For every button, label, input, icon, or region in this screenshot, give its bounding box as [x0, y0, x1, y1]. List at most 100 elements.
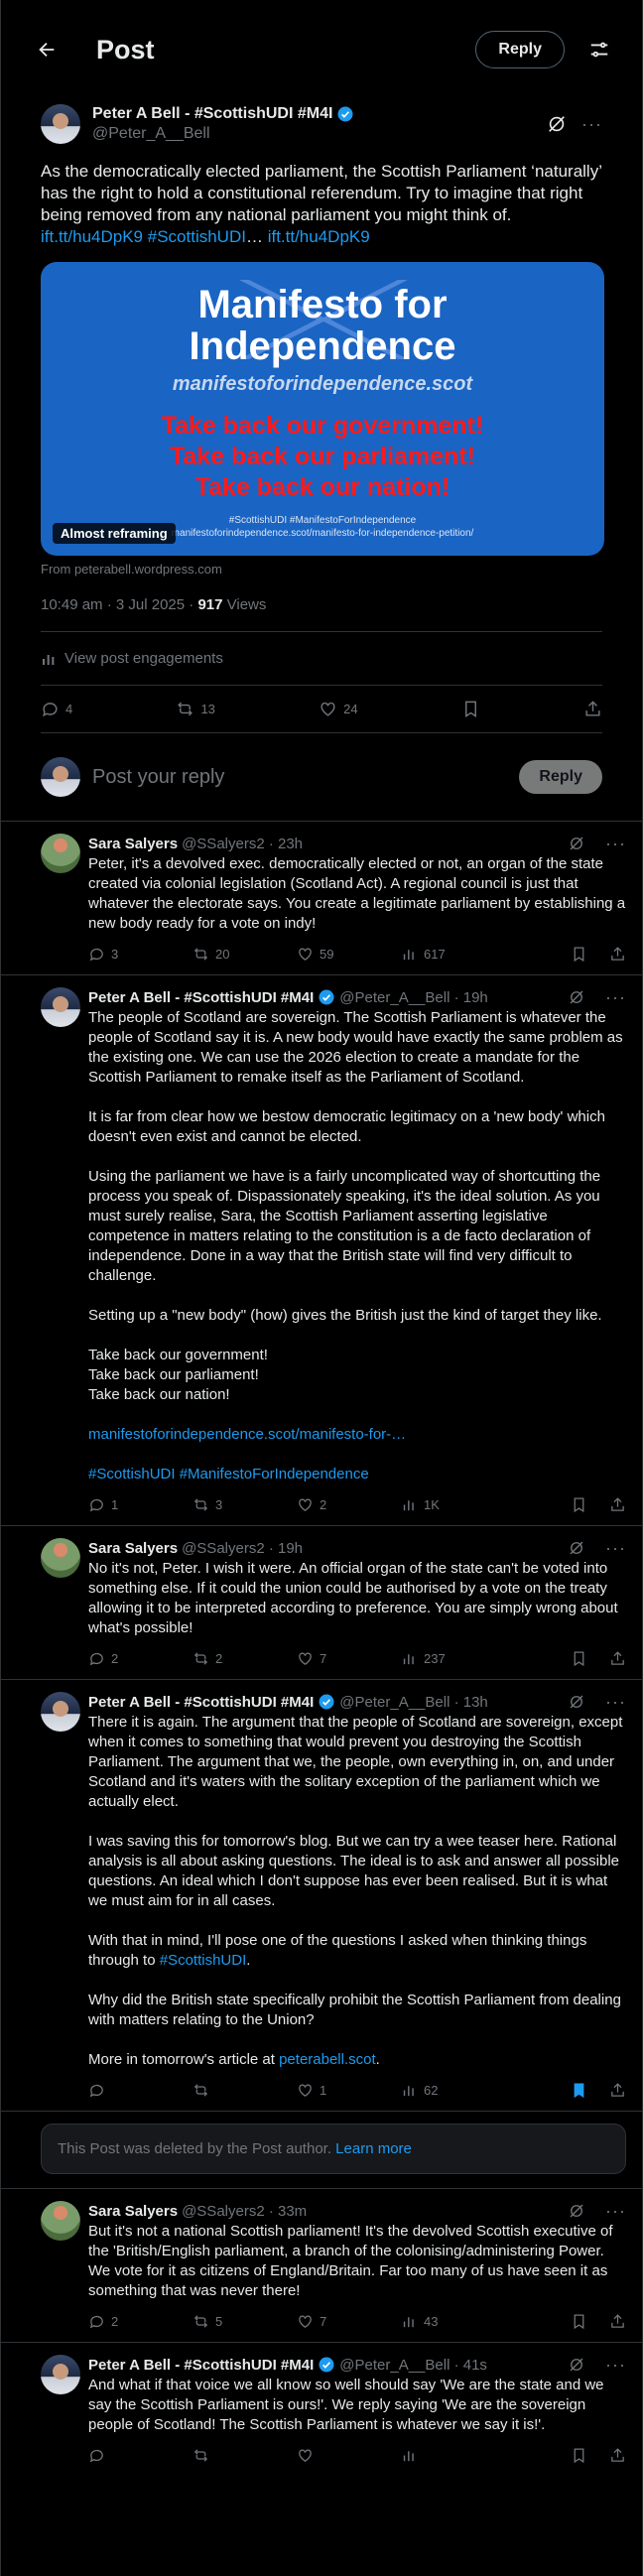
reply-handle[interactable]: @SSalyers2 · 33m — [182, 2203, 307, 2220]
more-icon[interactable]: ··· — [605, 1538, 626, 1559]
like-action[interactable]: 59 — [297, 946, 401, 963]
bookmark-icon[interactable] — [571, 2082, 587, 2099]
avatar[interactable] — [41, 1692, 80, 1732]
bookmark-action[interactable] — [461, 700, 480, 718]
bookmark-icon[interactable] — [571, 946, 587, 963]
reply-handle[interactable]: @Peter_A__Bell · 13h — [339, 1694, 487, 1711]
grok-icon[interactable] — [568, 2202, 585, 2220]
reply-handle[interactable]: @SSalyers2 · 23h — [182, 836, 303, 852]
avatar[interactable] — [41, 1538, 80, 1578]
more-icon[interactable]: ··· — [605, 2201, 626, 2222]
reply-action[interactable]: 4 — [41, 700, 72, 718]
card-source[interactable]: From peterabell.wordpress.com — [41, 562, 602, 577]
reply-item[interactable]: Sara Salyers @SSalyers2 · 19h ··· No it's… — [1, 1526, 642, 1680]
more-icon[interactable]: ··· — [605, 987, 626, 1008]
like-action[interactable]: 7 — [297, 2313, 401, 2330]
bookmark-icon[interactable] — [571, 1650, 587, 1667]
reply-item[interactable]: Sara Salyers @SSalyers2 · 23h ··· Peter, … — [1, 822, 642, 975]
reply-action[interactable]: 2 — [88, 2313, 193, 2330]
more-icon[interactable]: ··· — [605, 2355, 626, 2376]
reply-action[interactable]: 3 — [88, 946, 193, 963]
reply-handle[interactable]: @SSalyers2 · 19h — [182, 1540, 303, 1557]
reply-item[interactable]: Peter A Bell - #ScottishUDI #M4I @Peter_… — [1, 1680, 642, 2112]
bookmark-icon[interactable] — [571, 2447, 587, 2464]
reply-item[interactable]: Sara Salyers @SSalyers2 · 33m ··· But it'… — [1, 2189, 642, 2343]
grok-icon[interactable] — [546, 113, 568, 135]
repost-action[interactable]: 13 — [176, 700, 215, 718]
reply-item[interactable]: Peter A Bell - #ScottishUDI #M4I @Peter_… — [1, 975, 642, 1526]
author-name[interactable]: Peter A Bell - #ScottishUDI #M4I — [92, 104, 332, 124]
like-action[interactable]: 2 — [297, 1496, 401, 1513]
share-action[interactable] — [583, 700, 602, 718]
more-icon[interactable]: ··· — [605, 834, 626, 854]
grok-icon[interactable] — [568, 1539, 585, 1557]
share-icon[interactable] — [609, 946, 626, 963]
filter-icon[interactable] — [582, 33, 616, 66]
post-hashtag[interactable]: #ScottishUDI — [148, 227, 246, 246]
avatar[interactable] — [41, 987, 80, 1027]
inline-hashtag[interactable]: #ScottishUDI — [160, 1952, 247, 1969]
more-icon[interactable]: ··· — [581, 114, 602, 135]
views-action[interactable]: 1K — [401, 1496, 505, 1513]
grok-icon[interactable] — [568, 988, 585, 1006]
views-icon — [403, 1500, 414, 1511]
learn-more-link[interactable]: Learn more — [335, 2140, 412, 2157]
grok-icon[interactable] — [568, 1693, 585, 1711]
reply-author-name[interactable]: Peter A Bell - #ScottishUDI #M4I — [88, 1693, 335, 1711]
repost-action[interactable] — [193, 2447, 297, 2464]
grok-icon[interactable] — [568, 2356, 585, 2374]
reply-input[interactable]: Post your reply — [92, 766, 519, 789]
grok-icon[interactable] — [568, 835, 585, 852]
reply-action[interactable]: 1 — [88, 1496, 193, 1513]
reply-author-name[interactable]: Sara Salyers — [88, 1540, 178, 1557]
repost-action[interactable]: 5 — [193, 2313, 297, 2330]
share-icon[interactable] — [609, 2313, 626, 2330]
views-action[interactable]: 62 — [401, 2082, 505, 2099]
repost-action[interactable]: 3 — [193, 1496, 297, 1513]
avatar[interactable] — [41, 2201, 80, 2241]
repost-action[interactable]: 20 — [193, 946, 297, 963]
like-action[interactable] — [297, 2447, 401, 2464]
share-icon[interactable] — [609, 1496, 626, 1513]
like-action[interactable]: 24 — [319, 700, 358, 718]
repost-icon — [193, 1498, 208, 1511]
reply-handle[interactable]: @Peter_A__Bell · 41s — [339, 2357, 487, 2374]
views-action[interactable] — [401, 2447, 505, 2464]
reply-handle[interactable]: @Peter_A__Bell · 19h — [339, 989, 487, 1006]
bookmark-icon[interactable] — [571, 1496, 587, 1513]
like-action[interactable]: 7 — [297, 1650, 401, 1667]
share-icon[interactable] — [609, 2447, 626, 2464]
avatar[interactable] — [41, 104, 80, 144]
views-action[interactable]: 43 — [401, 2313, 505, 2330]
reply-item[interactable]: Peter A Bell - #ScottishUDI #M4I @Peter_… — [1, 2343, 642, 2476]
author-handle[interactable]: @Peter_A__Bell — [92, 124, 546, 144]
share-icon[interactable] — [609, 2082, 626, 2099]
reply-link[interactable]: manifestoforindependence.scot/manifesto-… — [88, 1425, 626, 1445]
composer-reply-button[interactable]: Reply — [519, 760, 602, 794]
reply-action[interactable]: 2 — [88, 1650, 193, 1667]
back-arrow-icon[interactable] — [27, 30, 66, 69]
reply-author-name[interactable]: Peter A Bell - #ScottishUDI #M4I — [88, 988, 335, 1006]
bookmark-icon[interactable] — [571, 2313, 587, 2330]
reply-hashtags[interactable]: #ScottishUDI #ManifestoForIndependence — [88, 1465, 626, 1484]
reply-author-name[interactable]: Sara Salyers — [88, 836, 178, 852]
header-reply-button[interactable]: Reply — [475, 31, 565, 68]
share-icon[interactable] — [609, 1650, 626, 1667]
avatar[interactable] — [41, 834, 80, 873]
views-action[interactable]: 237 — [401, 1650, 505, 1667]
post-link-2[interactable]: ift.tt/hu4DpK9 — [268, 227, 370, 246]
reply-action[interactable] — [88, 2447, 193, 2464]
avatar[interactable] — [41, 2355, 80, 2394]
views-action[interactable]: 617 — [401, 946, 505, 963]
like-action[interactable]: 1 — [297, 2082, 401, 2099]
view-engagements-link[interactable]: View post engagements — [41, 632, 602, 686]
reply-author-name[interactable]: Peter A Bell - #ScottishUDI #M4I — [88, 2356, 335, 2374]
post-link[interactable]: ift.tt/hu4DpK9 — [41, 227, 143, 246]
link-card-image[interactable]: Manifesto for Independence manifestoforin… — [41, 262, 604, 556]
repost-action[interactable] — [193, 2082, 297, 2099]
reply-action[interactable] — [88, 2082, 193, 2099]
more-icon[interactable]: ··· — [605, 1692, 626, 1713]
repost-action[interactable]: 2 — [193, 1650, 297, 1667]
reply-author-name[interactable]: Sara Salyers — [88, 2203, 178, 2220]
inline-link[interactable]: peterabell.scot — [279, 2051, 376, 2068]
